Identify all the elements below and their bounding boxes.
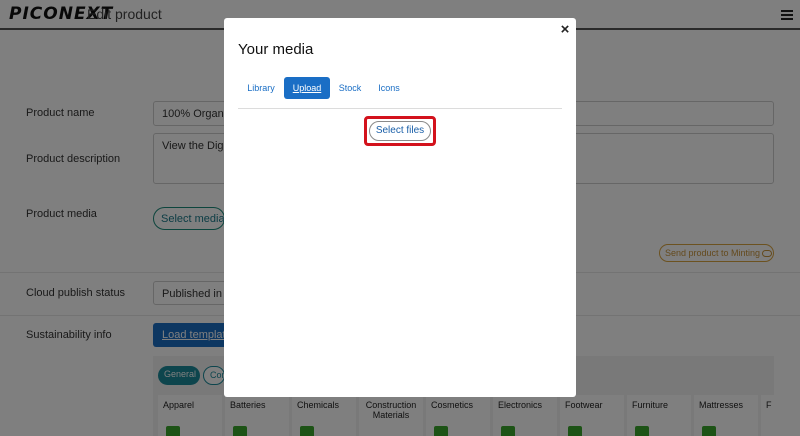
- modal-title: Your media: [238, 41, 314, 58]
- close-icon[interactable]: ×: [558, 22, 572, 38]
- tab-icons[interactable]: Icons: [376, 77, 402, 99]
- tab-upload[interactable]: Upload: [284, 77, 330, 99]
- tab-stock[interactable]: Stock: [338, 77, 362, 99]
- media-tabs: Library Upload Stock Icons: [238, 77, 562, 109]
- tab-library[interactable]: Library: [246, 77, 276, 99]
- media-modal: × Your media Library Upload Stock Icons …: [224, 18, 576, 397]
- select-files-button[interactable]: Select files: [369, 121, 431, 141]
